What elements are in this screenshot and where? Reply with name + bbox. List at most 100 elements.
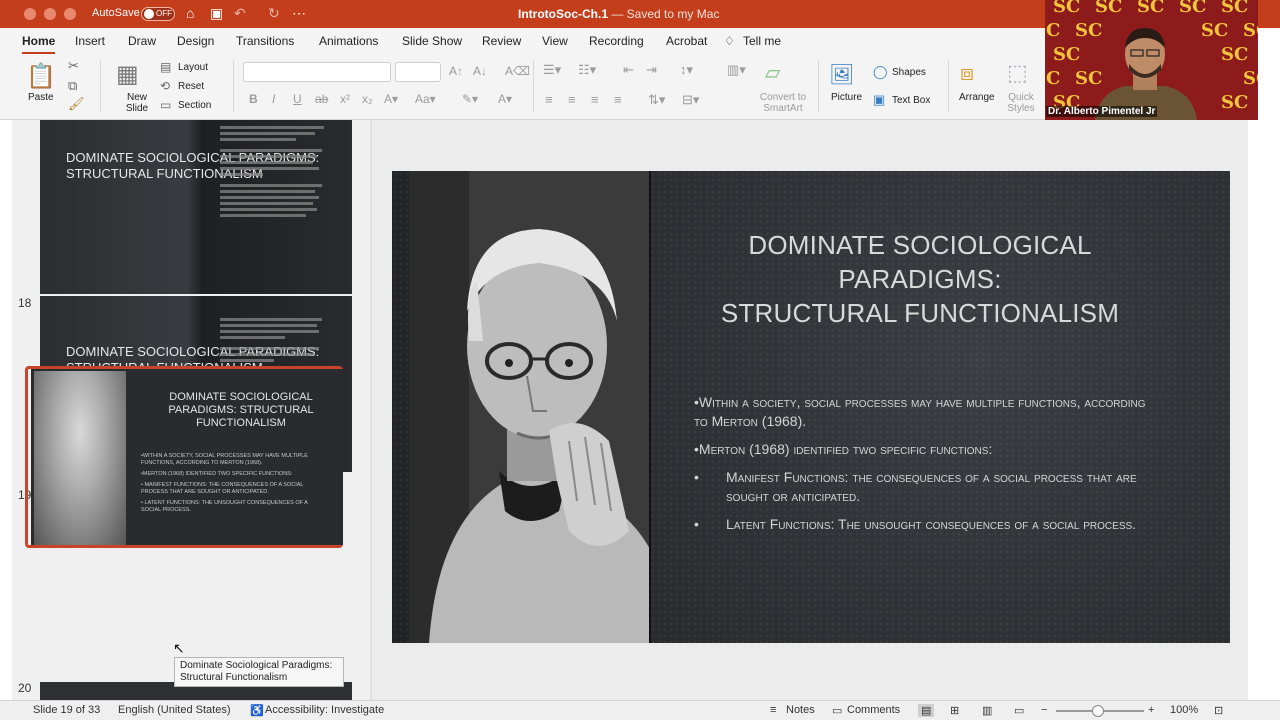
slide-body[interactable]: •Within a society, social processes may … [694, 393, 1154, 543]
quick-styles-button[interactable]: Quick Styles [1006, 92, 1036, 114]
subscript-icon[interactable]: x₂ [362, 92, 373, 106]
arrange-button[interactable]: Arrange [959, 92, 995, 103]
clear-format-icon[interactable]: A⌫ [505, 64, 530, 78]
tab-recording[interactable]: Recording [589, 34, 644, 48]
new-slide-icon[interactable]: ▦ [116, 60, 139, 89]
slide-thumbnail-19[interactable]: Dominate Sociological Paradigms: Structu… [31, 369, 343, 545]
tab-draw[interactable]: Draw [128, 34, 156, 48]
zoom-in-icon[interactable]: + [1148, 704, 1154, 716]
new-slide-label[interactable]: New Slide [122, 92, 152, 114]
sub-bullet-latent: • Latent Functions: The unsought consequ… [694, 515, 1154, 534]
thumbnail-bullet: •Within a society, social processes may … [141, 453, 308, 466]
align-left-icon[interactable]: ≡ [545, 92, 553, 107]
undo-icon[interactable]: ↶ [234, 5, 246, 22]
align-center-icon[interactable]: ≡ [568, 92, 576, 107]
normal-view-icon[interactable]: ▤ [918, 704, 935, 717]
numbering-icon[interactable]: ☷▾ [578, 62, 596, 78]
paste-label[interactable]: Paste [28, 92, 54, 103]
slide-title[interactable]: Dominate Sociological Paradigms: Structu… [692, 228, 1148, 330]
portrait-drawing [409, 171, 649, 643]
zoom-window-button[interactable] [64, 8, 76, 20]
decrease-font-icon[interactable]: A↓ [473, 64, 487, 78]
font-size-select[interactable] [395, 62, 441, 82]
document-title: IntrotoSoc-Ch.1 — Saved to my Mac [518, 7, 719, 21]
zoom-out-icon[interactable]: − [1041, 704, 1047, 716]
status-bar: Slide 19 of 33 English (United States) ♿… [0, 700, 1280, 720]
tell-me-search[interactable]: Tell me [743, 34, 781, 48]
superscript-icon[interactable]: x² [340, 92, 350, 106]
minimize-window-button[interactable] [44, 8, 56, 20]
home-icon[interactable]: ⌂ [186, 5, 194, 21]
current-slide[interactable]: Dominate Sociological Paradigms: Structu… [392, 171, 1230, 643]
line-spacing-icon[interactable]: ↕▾ [680, 62, 693, 78]
tab-insert[interactable]: Insert [75, 34, 105, 48]
mouse-cursor-icon: ↖ [173, 640, 185, 656]
section-button[interactable]: Section [178, 100, 211, 111]
bold-icon[interactable]: B [249, 92, 258, 106]
slide-sorter-icon[interactable]: ⊞ [950, 704, 959, 717]
columns-icon[interactable]: ▥▾ [727, 62, 746, 78]
decrease-indent-icon[interactable]: ⇤ [623, 62, 634, 78]
tab-home[interactable]: Home [22, 34, 55, 48]
notes-button[interactable]: Notes [786, 704, 815, 716]
bullet-multiple-functions: •Within a society, social processes may … [694, 394, 1146, 429]
comments-button[interactable]: Comments [847, 704, 900, 716]
increase-font-icon[interactable]: A↑ [449, 64, 463, 78]
tab-design[interactable]: Design [177, 34, 214, 48]
smartart-icon[interactable]: ▱ [765, 60, 780, 85]
tab-review[interactable]: Review [482, 34, 521, 48]
tab-acrobat[interactable]: Acrobat [666, 34, 707, 48]
highlight-icon[interactable]: ✎▾ [462, 92, 478, 106]
slideshow-view-icon[interactable]: ▭ [1014, 704, 1024, 717]
slide-title-line: Dominate Sociological [748, 230, 1092, 260]
tab-slide-show[interactable]: Slide Show [402, 34, 462, 48]
picture-button[interactable]: Picture [831, 92, 862, 103]
change-case-icon[interactable]: Aa▾ [415, 92, 436, 106]
picture-icon[interactable]: 🖼 [829, 62, 854, 87]
redo-icon[interactable]: ↻ [268, 5, 280, 22]
close-window-button[interactable] [24, 8, 36, 20]
slide-thumbnail-17[interactable]: Dominate Sociological Paradigms: Structu… [40, 120, 352, 294]
layout-button[interactable]: Layout [178, 62, 208, 73]
quick-styles-icon[interactable]: ⬚ [1007, 60, 1028, 86]
format-painter-icon[interactable]: 🖌 [68, 96, 85, 112]
tab-transitions[interactable]: Transitions [236, 34, 294, 48]
separator [100, 60, 101, 112]
zoom-slider-knob[interactable] [1092, 705, 1104, 717]
strikethrough-icon[interactable]: ab [315, 92, 328, 106]
tab-view[interactable]: View [542, 34, 568, 48]
language-indicator[interactable]: English (United States) [118, 704, 231, 716]
underline-icon[interactable]: U [293, 92, 302, 106]
italic-icon[interactable]: I [272, 92, 275, 106]
justify-icon[interactable]: ≡ [614, 92, 622, 107]
text-direction-icon[interactable]: ⇅▾ [648, 92, 665, 108]
align-right-icon[interactable]: ≡ [591, 92, 599, 107]
increase-indent-icon[interactable]: ⇥ [646, 62, 657, 78]
arrange-icon[interactable]: ⧈ [960, 60, 974, 86]
save-icon[interactable]: ▣ [210, 5, 223, 22]
shapes-button[interactable]: Shapes [892, 67, 926, 78]
more-icon[interactable]: ⋯ [292, 5, 306, 22]
text-box-button[interactable]: Text Box [892, 95, 930, 106]
copy-icon[interactable]: ⧉ [68, 78, 77, 94]
lightbulb-icon: ♢ [724, 34, 735, 48]
font-color-icon[interactable]: A▾ [498, 92, 512, 106]
paste-icon[interactable]: 📋 [26, 62, 56, 91]
reading-view-icon[interactable]: ▥ [982, 704, 992, 717]
sc-logo-pattern: SC [1221, 0, 1249, 17]
sc-logo-pattern: SC [1243, 20, 1258, 41]
convert-smartart-button[interactable]: Convert to SmartArt [756, 92, 810, 114]
tab-animations[interactable]: Animations [319, 34, 378, 48]
font-name-select[interactable] [243, 62, 391, 82]
cut-icon[interactable]: ✂ [68, 58, 79, 74]
text-effects-icon[interactable]: A▾ [384, 92, 398, 106]
sub-bullet-manifest: • Manifest Functions: the consequences o… [694, 468, 1154, 506]
bullets-icon[interactable]: ☰▾ [543, 62, 561, 78]
reset-button[interactable]: Reset [178, 81, 204, 92]
portrait-photo[interactable] [409, 171, 651, 643]
align-text-icon[interactable]: ⊟▾ [682, 92, 699, 108]
accessibility-status[interactable]: Accessibility: Investigate [265, 704, 384, 716]
fit-to-window-icon[interactable]: ⊡ [1214, 704, 1223, 717]
autosave-toggle[interactable]: OFF [141, 7, 175, 21]
zoom-level[interactable]: 100% [1170, 704, 1198, 716]
